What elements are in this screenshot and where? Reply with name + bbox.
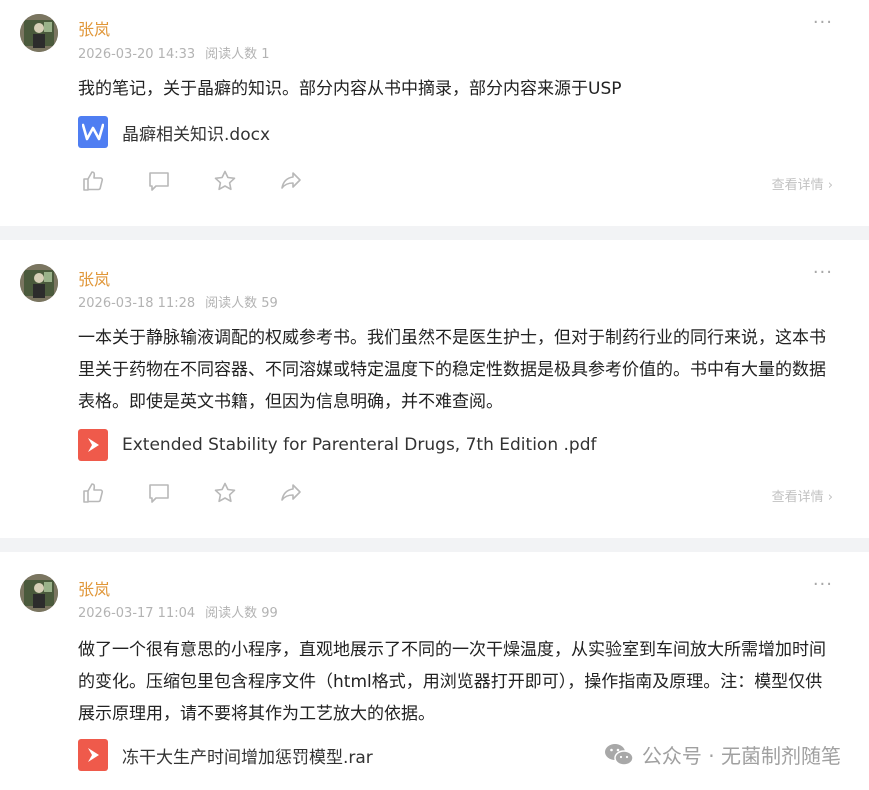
- file-attachment[interactable]: Extended Stability for Parenteral Drugs,…: [78, 428, 596, 462]
- share-icon[interactable]: [278, 168, 304, 194]
- view-details-link[interactable]: 查看详情 ›: [772, 174, 833, 193]
- post-date: 2026-03-18 11:28: [78, 296, 196, 311]
- share-icon[interactable]: [278, 480, 304, 506]
- author-name[interactable]: 张岚: [78, 16, 110, 40]
- post-date: 2026-03-17 11:04: [78, 606, 196, 621]
- read-count: 阅读人数 1: [205, 47, 270, 62]
- author-name[interactable]: 张岚: [78, 576, 110, 600]
- wechat-watermark: 公众号 · 无菌制剂随笔: [604, 740, 841, 769]
- post-meta: 2026-03-18 11:28 阅读人数 59: [78, 292, 278, 311]
- like-icon[interactable]: [80, 168, 106, 194]
- file-attachment[interactable]: 晶癖相关知识.docx: [78, 115, 270, 149]
- more-options-button[interactable]: ···: [813, 12, 833, 33]
- star-icon[interactable]: [212, 480, 238, 506]
- post-date: 2026-03-20 14:33: [78, 47, 196, 62]
- post-text: 我的笔记，关于晶癖的知识。部分内容从书中摘录，部分内容来源于USP: [78, 79, 622, 99]
- star-icon[interactable]: [212, 168, 238, 194]
- post-actions: [80, 480, 304, 506]
- more-options-button[interactable]: ···: [813, 262, 833, 283]
- comment-icon[interactable]: [146, 480, 172, 506]
- file-attachment[interactable]: 冻干大生产时间增加惩罚模型.rar: [78, 738, 373, 772]
- word-doc-icon: [78, 116, 108, 148]
- read-count: 阅读人数 59: [205, 296, 278, 311]
- wechat-icon: [604, 742, 634, 768]
- pdf-icon: [78, 429, 108, 461]
- author-name[interactable]: 张岚: [78, 266, 110, 290]
- avatar[interactable]: [20, 14, 58, 52]
- comment-icon[interactable]: [146, 168, 172, 194]
- read-count: 阅读人数 99: [205, 606, 278, 621]
- post-actions: [80, 168, 304, 194]
- post-meta: 2026-03-17 11:04 阅读人数 99: [78, 602, 278, 621]
- file-name: Extended Stability for Parenteral Drugs,…: [122, 435, 597, 455]
- post-text: 做了一个很有意思的小程序，直观地展示了不同的一次干燥温度，从实验室到车间放大所需…: [78, 640, 826, 724]
- post-card: 张岚 2026-03-20 14:33 阅读人数 1 ··· 我的笔记，关于晶癖的…: [0, 0, 869, 226]
- avatar[interactable]: [20, 264, 58, 302]
- post-text: 一本关于静脉输液调配的权威参考书。我们虽然不是医生护士，但对于制药行业的同行来说…: [78, 328, 826, 412]
- post-card: 张岚 2026-03-18 11:28 阅读人数 59 ··· 一本关于静脉输液调…: [0, 240, 869, 538]
- more-options-button[interactable]: ···: [813, 574, 833, 595]
- view-details-link[interactable]: 查看详情 ›: [772, 486, 833, 505]
- watermark-text: 公众号 · 无菌制剂随笔: [641, 744, 841, 768]
- like-icon[interactable]: [80, 480, 106, 506]
- archive-icon: [78, 739, 108, 771]
- file-name: 晶癖相关知识.docx: [122, 124, 271, 145]
- file-name: 冻干大生产时间增加惩罚模型.rar: [122, 747, 373, 768]
- avatar[interactable]: [20, 574, 58, 612]
- post-meta: 2026-03-20 14:33 阅读人数 1: [78, 43, 270, 62]
